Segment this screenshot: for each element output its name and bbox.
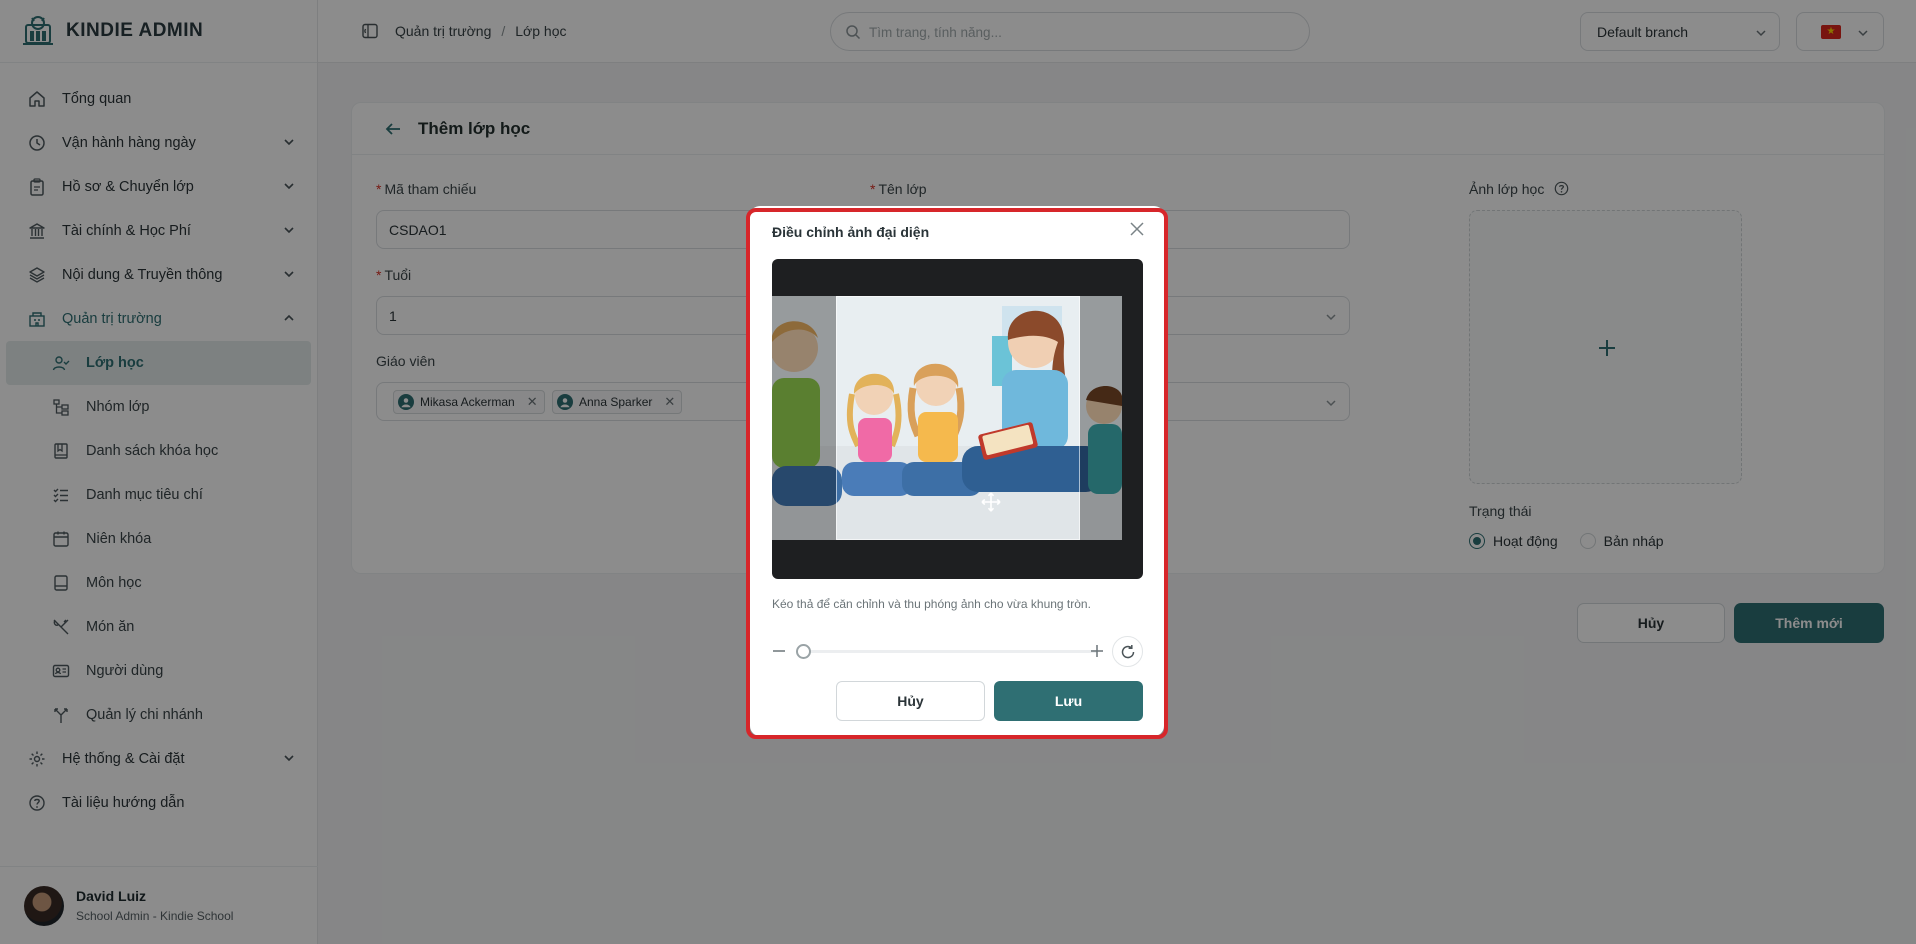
crop-frame[interactable] <box>836 296 1080 540</box>
crop-area[interactable] <box>772 259 1143 579</box>
reset-button[interactable] <box>1112 636 1143 667</box>
crop-mask-right <box>1080 296 1122 540</box>
modal-save-button[interactable]: Lưu <box>994 681 1143 721</box>
crop-hint: Kéo thả để căn chỉnh và thu phóng ảnh ch… <box>772 597 1091 611</box>
refresh-icon <box>1121 644 1134 658</box>
close-icon[interactable] <box>1130 222 1144 236</box>
modal-cancel-button[interactable]: Hủy <box>836 681 985 721</box>
zoom-in-icon[interactable] <box>1090 644 1104 658</box>
zoom-out-icon[interactable] <box>772 644 786 658</box>
zoom-controls <box>772 636 1143 667</box>
crop-mask-left <box>772 296 836 540</box>
crop-avatar-modal: Điều chỉnh ảnh đại diện Kéo thả để căn c… <box>750 206 1164 736</box>
move-cursor-icon <box>981 492 1001 512</box>
zoom-slider-handle[interactable] <box>796 644 811 659</box>
modal-title: Điều chỉnh ảnh đại diện <box>772 224 930 240</box>
zoom-slider[interactable] <box>802 650 1098 653</box>
